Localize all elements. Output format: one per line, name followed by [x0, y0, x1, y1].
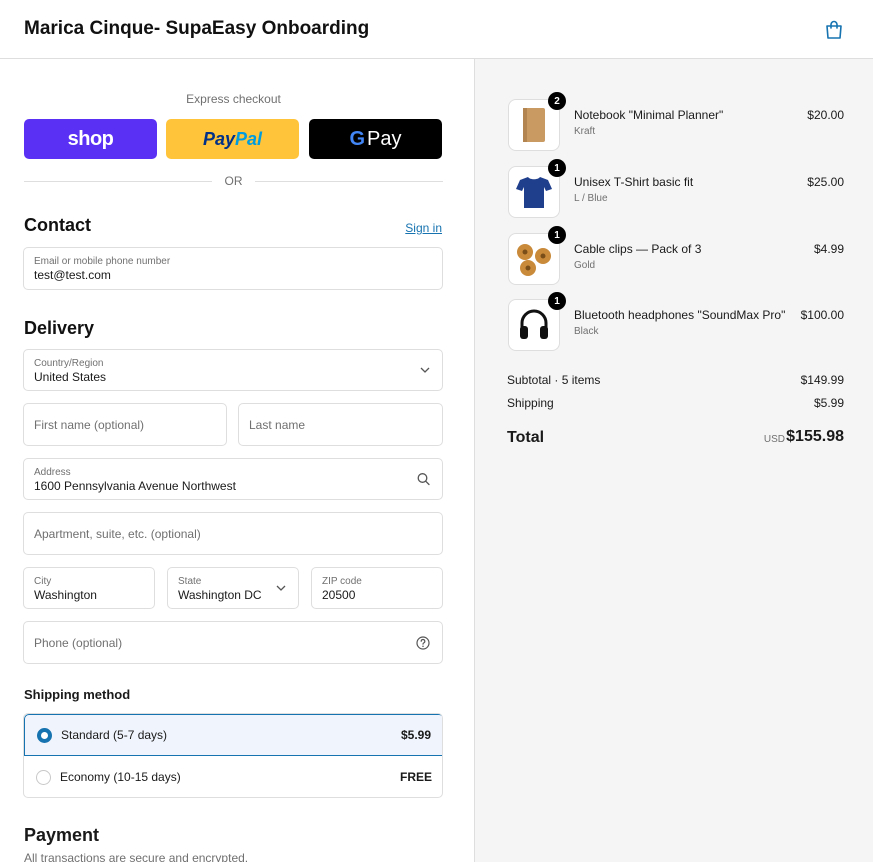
- zip-value: 20500: [322, 588, 356, 602]
- sign-in-link[interactable]: Sign in: [405, 221, 442, 235]
- quantity-badge: 1: [548, 226, 566, 244]
- paypal-button[interactable]: Pay Pal: [166, 119, 299, 159]
- item-price: $4.99: [813, 242, 844, 256]
- line-item: 2 Notebook "Minimal Planner" Kraft $20.0…: [508, 92, 844, 151]
- item-price: $20.00: [807, 108, 844, 122]
- item-variant: Kraft: [574, 126, 596, 137]
- shipping-value: $5.99: [813, 396, 844, 410]
- first-name-placeholder: First name (optional): [34, 417, 145, 432]
- shipping-option-standard[interactable]: Standard (5-7 days) $5.99: [24, 714, 442, 756]
- chevron-down-icon: [276, 585, 286, 591]
- last-name-placeholder: Last name: [249, 417, 306, 432]
- state-select[interactable]: State Washington DC: [167, 567, 299, 609]
- last-name-field[interactable]: Last name: [238, 403, 443, 446]
- city-field[interactable]: City Washington: [23, 567, 155, 609]
- shop-pay-label: shop: [67, 127, 114, 150]
- radio-unselected[interactable]: [36, 769, 51, 785]
- item-name: Bluetooth headphones "SoundMax Pro": [574, 308, 786, 322]
- phone-field[interactable]: Phone (optional): [23, 621, 443, 664]
- item-name: Notebook "Minimal Planner": [574, 108, 724, 122]
- store-title[interactable]: Marica Cinque- SupaEasy Onboarding: [24, 18, 369, 40]
- apartment-placeholder: Apartment, suite, etc. (optional): [34, 526, 201, 541]
- delivery-heading: Delivery: [24, 318, 95, 338]
- subtotal-value: $149.99: [800, 373, 844, 387]
- country-label: Country/Region: [34, 358, 104, 369]
- currency-code: USD: [763, 434, 785, 445]
- country-select[interactable]: Country/Region United States: [23, 349, 443, 391]
- contact-heading: Contact: [24, 215, 91, 235]
- google-g-icon: G: [349, 127, 366, 150]
- express-checkout-label: Express checkout: [186, 92, 281, 106]
- first-name-field[interactable]: First name (optional): [23, 403, 227, 446]
- shop-pay-button[interactable]: shop: [24, 119, 157, 159]
- quantity-badge: 1: [548, 292, 566, 310]
- zip-label: ZIP code: [322, 576, 362, 587]
- chevron-down-icon: [420, 367, 430, 373]
- or-divider: OR: [24, 174, 443, 188]
- email-field-value: test@test.com: [34, 268, 111, 282]
- search-icon[interactable]: [417, 473, 430, 486]
- shipping-method-heading: Shipping method: [24, 687, 131, 702]
- shipping-option-name: Standard (5-7 days): [61, 728, 168, 742]
- apartment-field[interactable]: Apartment, suite, etc. (optional): [23, 512, 443, 555]
- help-icon[interactable]: [416, 635, 430, 650]
- google-pay-button[interactable]: G Pay: [309, 119, 442, 159]
- address-label: Address: [34, 467, 71, 478]
- item-name: Unisex T-Shirt basic fit: [574, 175, 694, 189]
- item-price: $25.00: [807, 175, 844, 189]
- line-item: 1 Unisex T-Shirt basic fit L / Blue $25.…: [508, 159, 844, 218]
- shipping-option-economy[interactable]: Economy (10-15 days) FREE: [24, 756, 442, 797]
- zip-field[interactable]: ZIP code 20500: [311, 567, 443, 609]
- item-variant: Gold: [574, 260, 596, 271]
- shipping-option-price: $5.99: [400, 728, 431, 742]
- city-label: City: [34, 576, 52, 587]
- city-value: Washington: [34, 588, 97, 602]
- email-field[interactable]: Email or mobile phone number test@test.c…: [23, 247, 443, 290]
- item-price: $100.00: [800, 308, 844, 322]
- quantity-badge: 1: [548, 159, 566, 177]
- phone-placeholder: Phone (optional): [34, 635, 123, 650]
- shipping-label: Shipping: [507, 396, 554, 410]
- email-field-label: Email or mobile phone number: [34, 256, 171, 267]
- total-label: Total: [507, 429, 545, 446]
- shipping-option-name: Economy (10-15 days): [60, 770, 181, 784]
- radio-selected[interactable]: [37, 727, 52, 743]
- item-variant: Black: [574, 326, 599, 337]
- shipping-options: Standard (5-7 days) $5.99 Economy (10-15…: [23, 713, 443, 798]
- shopping-bag-icon[interactable]: [825, 20, 843, 40]
- country-value: United States: [34, 370, 107, 384]
- checkout-form: Express checkout shop Pay Pal G Pay OR Con…: [0, 59, 475, 862]
- paypal-label-2: Pal: [235, 128, 263, 149]
- state-value: Washington DC: [178, 588, 262, 602]
- total-value: $155.98: [786, 428, 844, 445]
- state-label: State: [178, 576, 202, 587]
- quantity-badge: 2: [548, 92, 566, 110]
- payment-heading: Payment: [24, 825, 100, 845]
- subtotal-label: Subtotal · 5 items: [507, 373, 601, 387]
- divider-line-right: [255, 181, 443, 182]
- payment-subtitle: All transactions are secure and encrypte…: [24, 851, 249, 862]
- address-value: 1600 Pennsylvania Avenue Northwest: [34, 479, 236, 493]
- header: Marica Cinque- SupaEasy Onboarding: [0, 0, 873, 59]
- google-pay-label: Pay: [367, 127, 402, 150]
- paypal-label-1: Pay: [202, 128, 235, 149]
- order-summary: 2 Notebook "Minimal Planner" Kraft $20.0…: [475, 59, 873, 862]
- item-variant: L / Blue: [574, 193, 608, 204]
- item-name: Cable clips — Pack of 3: [574, 242, 702, 256]
- line-item: 1 Cable clips — Pack of 3 Gold $4.99: [508, 226, 844, 285]
- address-field[interactable]: Address 1600 Pennsylvania Avenue Northwe…: [23, 458, 443, 500]
- line-item: 1 Bluetooth headphones "SoundMax Pro" Bl…: [508, 292, 844, 351]
- shipping-option-price: FREE: [399, 770, 432, 784]
